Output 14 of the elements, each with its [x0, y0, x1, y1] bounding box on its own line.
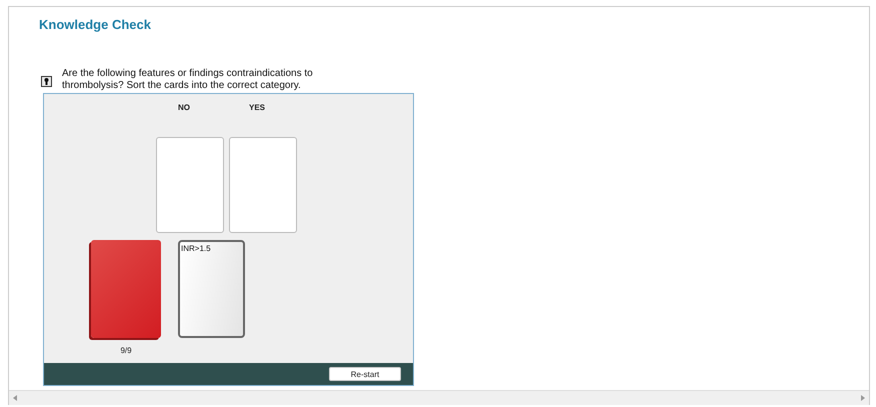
- question-text: Are the following features or findings contraindications to thrombolysis? Sort the cards into the correct category.: [62, 68, 314, 92]
- category-label: YES: [248, 102, 266, 114]
- horizontal-scrollbar[interactable]: [9, 390, 869, 405]
- card-count: 9/9: [120, 346, 132, 355]
- keyhole-icon: [41, 76, 52, 87]
- restart-button[interactable]: Re-start: [329, 367, 401, 381]
- page-title: Knowledge Check: [39, 17, 152, 33]
- scroll-left-icon[interactable]: [13, 395, 17, 401]
- drop-slot[interactable]: [229, 137, 297, 233]
- scroll-right-icon[interactable]: [861, 395, 865, 401]
- drop-slot[interactable]: [156, 137, 224, 233]
- category-label: NO: [177, 102, 191, 114]
- card-deck[interactable]: [91, 240, 161, 338]
- sort-card[interactable]: INR>1.5: [178, 240, 245, 338]
